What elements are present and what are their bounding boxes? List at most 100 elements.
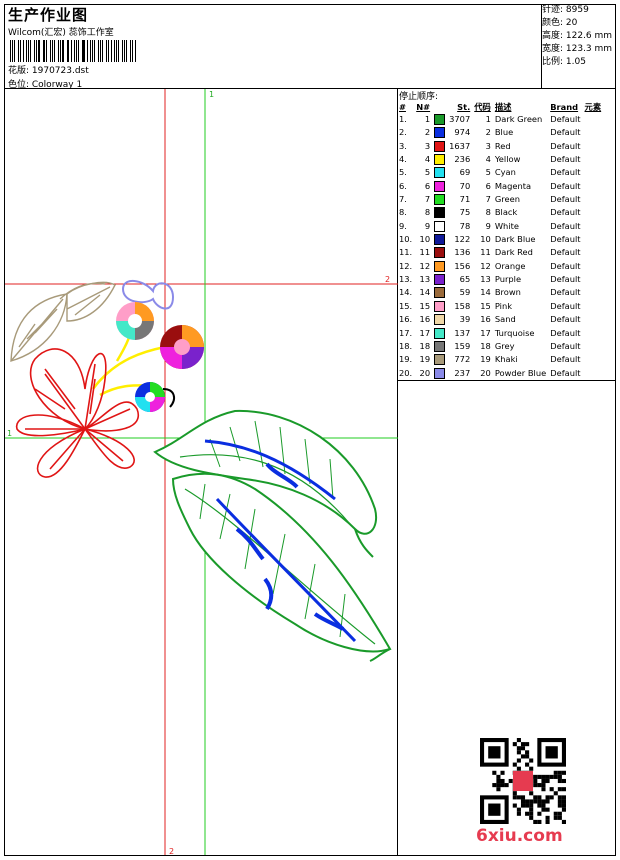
color-swatch [434,207,446,219]
cell-index: 4. [399,154,407,165]
cell-needle: 9 [424,220,431,231]
cell-code: 13 [480,274,491,285]
color-swatch [434,354,446,366]
color-swatch [434,340,446,352]
cell-code: 6 [485,180,491,191]
cell-needle: 11 [419,247,431,258]
col-index: # [399,102,406,112]
cell-stitches: 69 [459,167,471,178]
guide-label-bottom: 2 [169,847,174,855]
barcode [10,40,138,62]
cell-index: 12. [399,260,413,271]
cell-swatch [432,113,447,126]
table-row: 1. 1 3707 1 Dark Green Default [397,113,603,126]
cell-code: 2 [485,127,491,138]
cell-description: Dark Green [494,114,543,124]
cell-needle: 15 [419,300,431,311]
cell-needle: 20 [419,367,431,378]
table-row: 12. 12 156 12 Orange Default [397,260,603,273]
color-swatch [434,300,446,312]
table-row: 4. 4 236 4 Yellow Default [397,153,603,166]
cell-index: 10. [399,234,413,245]
cell-brand: Default [550,260,581,271]
color-swatch [434,287,446,299]
cell-needle: 4 [424,154,431,165]
cell-swatch [432,153,447,166]
qr-code [480,738,566,824]
cell-element [583,327,604,340]
cell-code: 16 [480,314,491,325]
color-count: 颜色: 20 [542,18,578,28]
col-needle: N# [416,102,431,112]
cell-swatch [432,166,447,179]
cell-code: 19 [480,354,491,365]
cell-brand: Default [550,154,581,165]
khaki-leaf-motif [10,281,116,362]
cell-swatch [432,220,447,233]
cell-index: 18. [399,340,413,351]
cell-stitches: 3707 [449,114,471,124]
table-header-row: # N# St. 代码 描述 Brand 元素 [397,101,603,113]
cell-description: Sand [494,314,516,325]
color-swatch [434,234,446,246]
cell-needle: 1 [424,114,431,124]
cell-element [583,233,604,246]
cell-needle: 13 [419,274,431,285]
color-swatch [434,194,446,206]
cell-code: 3 [485,140,491,151]
cell-code: 14 [480,287,491,298]
cell-code: 9 [485,220,491,231]
watermark-logo: 6xiu.com [476,826,563,846]
cell-needle: 8 [424,207,431,218]
red-flower [16,348,140,478]
company-name: Wilcom(汇宏) 蕊饰工作室 [8,28,114,38]
color-swatch [434,247,446,259]
cell-element [583,113,604,126]
cell-index: 15. [399,300,413,311]
cell-needle: 10 [419,234,431,245]
cell-brand: Default [550,367,581,378]
table-row: 19. 19 772 19 Khaki Default [397,353,603,366]
cell-element [583,126,604,139]
cell-stitches: 772 [454,354,471,365]
color-swatch [434,260,446,272]
table-row: 13. 13 65 13 Purple Default [397,273,603,286]
cell-swatch [432,140,447,153]
cell-stitches: 237 [454,367,471,378]
cell-stitches: 236 [454,154,471,165]
table-row: 11. 11 136 11 Dark Red Default [397,246,603,259]
cell-swatch [432,206,447,219]
table-row: 7. 7 71 7 Green Default [397,193,603,206]
cell-description: Black [494,207,518,218]
stitch-count: 针迹: 8959 [542,5,589,15]
cell-swatch [432,126,447,139]
cell-needle: 19 [419,354,431,365]
cell-element [583,340,604,353]
cell-stitches: 122 [454,234,471,245]
cell-element [583,166,604,179]
cell-element [583,313,604,326]
cell-index: 6. [399,180,407,191]
cell-stitches: 65 [459,274,471,285]
cell-brand: Default [550,140,581,151]
cell-code: 18 [480,340,491,351]
color-swatch [434,127,446,139]
cell-swatch [432,300,447,313]
cell-stitches: 1637 [449,140,471,151]
cell-needle: 7 [424,194,431,205]
cell-needle: 16 [419,314,431,325]
cell-brand: Default [550,327,581,338]
cell-brand: Default [550,207,581,218]
cell-element [583,140,604,153]
cell-brand: Default [550,114,581,124]
cell-description: Dark Red [494,247,533,258]
cell-element [583,286,604,299]
cell-brand: Default [550,354,581,365]
cell-index: 8. [399,207,407,218]
cell-swatch [432,273,447,286]
multicolor-bud-3 [135,382,176,412]
cell-index: 7. [399,194,407,205]
cell-description: Magenta [494,180,532,191]
cell-element [583,260,604,273]
cell-description: Brown [494,287,521,298]
